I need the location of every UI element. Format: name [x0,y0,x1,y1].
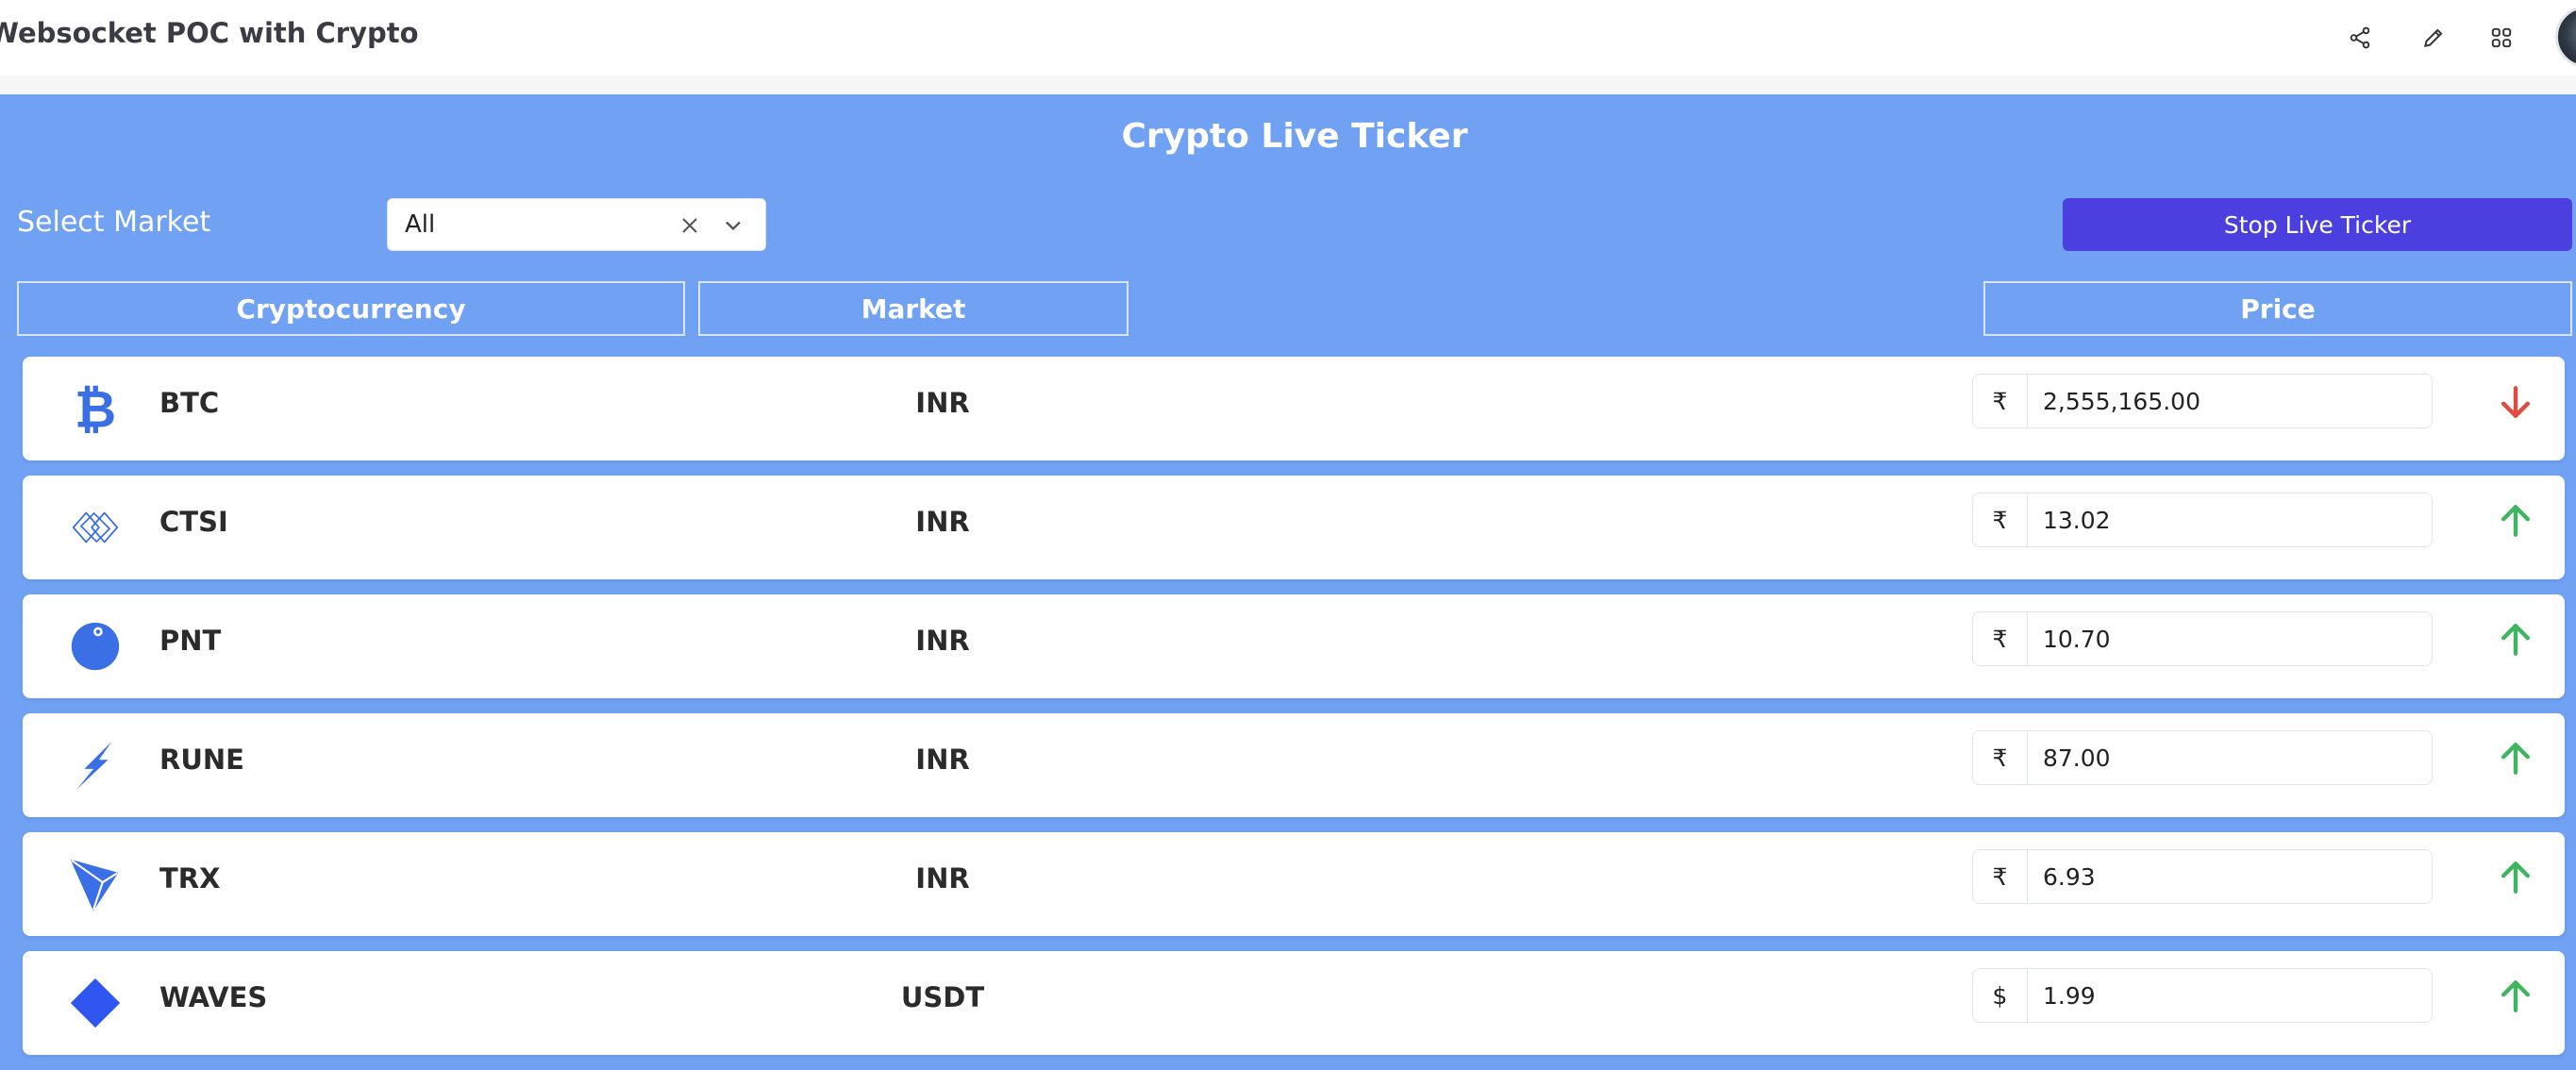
price-field-group: ₹ [1972,849,2433,904]
price-input[interactable] [2028,850,2432,903]
cartesi-icon [66,498,125,557]
price-field-group: ₹ [1972,374,2433,428]
ticker-panel: Crypto Live Ticker Select Market All Sto… [0,94,2576,1070]
stop-live-ticker-button[interactable]: Stop Live Ticker [2063,198,2572,251]
coin-symbol: WAVES [159,981,268,1013]
price-field-group: $ [1972,968,2433,1023]
currency-symbol: ₹ [1973,612,2028,665]
market-select-value: All [405,210,436,239]
table-row: CTSI INR ₹ [23,476,2565,579]
coin-market: INR [915,387,970,419]
top-bar-divider [0,75,2576,94]
table-row: PNT INR ₹ [23,594,2565,698]
price-input[interactable] [2028,969,2432,1022]
currency-symbol: ₹ [1973,375,2028,427]
currency-symbol: ₹ [1973,493,2028,546]
thorchain-icon [66,736,125,794]
price-field-group: ₹ [1972,493,2433,547]
market-select[interactable]: All [387,198,766,251]
price-input[interactable] [2028,493,2432,546]
price-input[interactable] [2028,731,2432,784]
coin-market: INR [915,625,970,657]
arrow-up-icon [2495,976,2536,1017]
bitcoin-icon: ₿ [66,379,125,438]
share-icon[interactable] [2342,20,2378,56]
panel-title: Crypto Live Ticker [1121,117,1468,156]
pnetwork-icon [66,617,125,676]
price-field-group: ₹ [1972,730,2433,785]
column-header-cryptocurrency: Cryptocurrency [17,281,685,336]
coin-market: INR [915,862,970,894]
table-row: WAVES USDT $ [23,951,2565,1055]
coin-symbol: RUNE [159,744,244,776]
table-row: ₿ BTC INR ₹ [23,357,2565,460]
coin-symbol: TRX [159,862,221,894]
coin-symbol: PNT [159,625,222,657]
table-row: TRX INR ₹ [23,832,2565,936]
coin-symbol: CTSI [159,506,228,538]
column-header-market: Market [698,281,1129,336]
arrow-up-icon [2495,857,2536,898]
price-input[interactable] [2028,612,2432,665]
table-row: RUNE INR ₹ [23,713,2565,817]
coin-symbol: BTC [159,387,220,419]
column-header-price: Price [1983,281,2572,336]
coin-market: INR [915,744,970,776]
coin-market: INR [915,506,970,538]
select-market-label: Select Market [17,206,211,239]
edit-icon[interactable] [2416,20,2451,56]
apps-grid-icon[interactable] [2484,20,2519,56]
arrow-up-icon [2495,738,2536,779]
chevron-down-icon[interactable] [720,212,746,239]
currency-symbol: $ [1973,969,2028,1022]
svg-text:₿: ₿ [75,379,116,438]
top-bar: Websocket POC with Crypto [0,0,2576,75]
arrow-up-icon [2495,500,2536,542]
avatar[interactable] [2555,6,2576,68]
price-input[interactable] [2028,375,2432,427]
arrow-down-icon [2495,381,2536,423]
currency-symbol: ₹ [1973,850,2028,903]
currency-symbol: ₹ [1973,731,2028,784]
tron-icon [66,855,125,913]
app-title: Websocket POC with Crypto [0,17,419,49]
waves-icon [66,974,125,1032]
price-field-group: ₹ [1972,611,2433,666]
coin-market: USDT [900,981,985,1013]
arrow-up-icon [2495,619,2536,660]
clear-icon[interactable] [677,212,703,239]
